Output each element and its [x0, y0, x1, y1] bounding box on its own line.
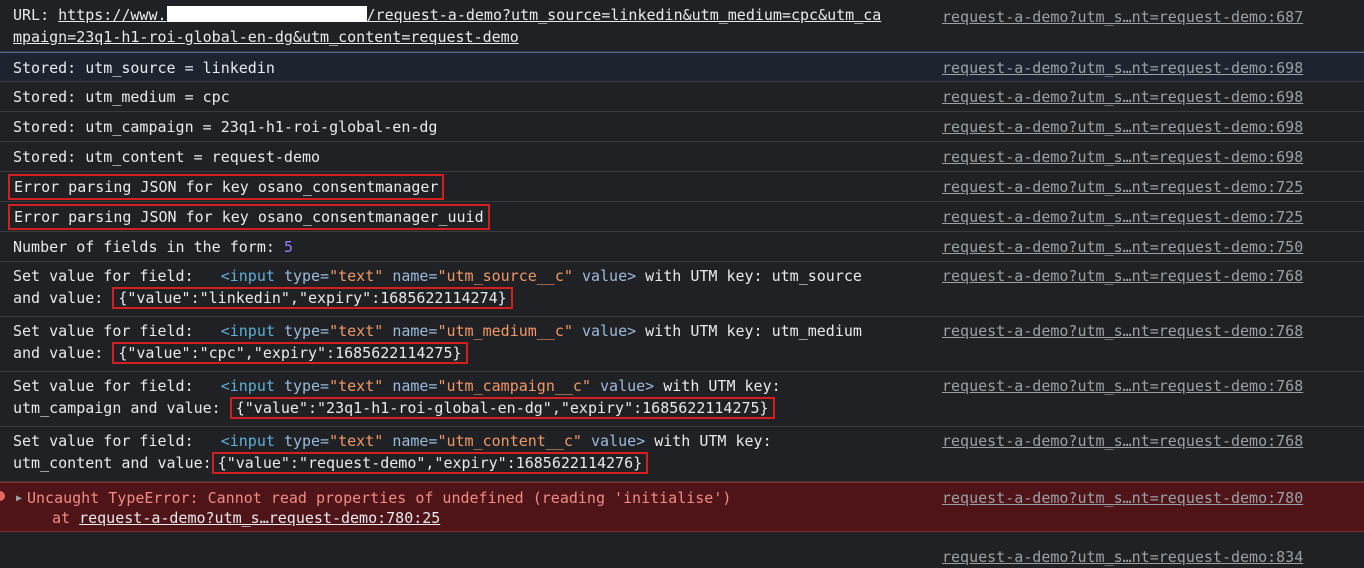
console-message-row: Error parsing JSON for key osano_consent…	[0, 202, 1364, 232]
expand-triangle-icon[interactable]: ▶	[16, 488, 22, 510]
url-link[interactable]: https://www./request-a-demo?utm_source=l…	[58, 6, 881, 24]
console-message-text: Number of fields in the form: 5	[13, 236, 293, 258]
source-link[interactable]: request-a-demo?utm_s…nt=request-demo:750	[942, 236, 1303, 258]
redaction-bar	[166, 6, 367, 22]
input-element-ref[interactable]: <input type="text" name="utm_medium__c" …	[221, 322, 636, 340]
console-message-text: Error parsing JSON for key osano_consent…	[8, 174, 445, 200]
console-message-field: Set value for field: <input type="text" …	[0, 427, 1364, 482]
json-value-highlight: {"value":"23q1-h1-roi-global-en-dg","exp…	[229, 397, 775, 419]
console-message-row: Error parsing JSON for key osano_consent…	[0, 172, 1364, 202]
console-message-field: Set value for field: <input type="text" …	[0, 317, 1364, 372]
devtools-console: URL: https://www./request-a-demo?utm_sou…	[0, 0, 1364, 566]
json-value-highlight: {"value":"cpc","expiry":1685622114275}	[112, 342, 468, 364]
source-link[interactable]: request-a-demo?utm_s…nt=request-demo:698	[942, 146, 1303, 168]
source-link[interactable]: request-a-demo?utm_s…nt=request-demo:687	[942, 6, 1303, 28]
field-prefix: Set value for field:	[13, 377, 194, 395]
console-message-text: Error parsing JSON for key osano_consent…	[8, 204, 490, 230]
console-message-row: Number of fields in the form: 5 request-…	[0, 232, 1364, 262]
source-link[interactable]: request-a-demo?utm_s…nt=request-demo:725	[942, 176, 1303, 198]
json-value-highlight: {"value":"request-demo","expiry":1685622…	[211, 452, 649, 474]
source-link[interactable]: request-a-demo?utm_s…nt=request-demo:834	[942, 546, 1303, 568]
url-link-continued[interactable]: mpaign=23q1-h1-roi-global-en-dg&utm_cont…	[13, 28, 519, 46]
input-element-ref[interactable]: <input type="text" name="utm_campaign__c…	[221, 377, 655, 395]
source-link[interactable]: request-a-demo?utm_s…nt=request-demo:698	[942, 116, 1303, 138]
console-message-row: Stored: utm_content = request-demo reque…	[0, 142, 1364, 172]
console-message-text: Stored: utm_source = linkedin	[13, 59, 275, 77]
source-link[interactable]: request-a-demo?utm_s…nt=request-demo:780	[942, 487, 1303, 509]
error-icon	[0, 491, 5, 501]
console-message-text: Stored: utm_medium = cpc	[13, 88, 230, 106]
source-link[interactable]: request-a-demo?utm_s…nt=request-demo:725	[942, 206, 1303, 228]
url-label: URL:	[13, 6, 50, 24]
error-stack-link[interactable]: request-a-demo?utm_s…request-demo:780:25	[79, 509, 440, 527]
console-message-row: request-a-demo?utm_s…nt=request-demo:834	[0, 532, 1364, 566]
console-message-url: URL: https://www./request-a-demo?utm_sou…	[0, 0, 1364, 52]
field-value-label: and value:	[13, 344, 113, 362]
input-element-ref[interactable]: <input type="text" name="utm_content__c"…	[221, 432, 645, 450]
console-message-text: Stored: utm_campaign = 23q1-h1-roi-globa…	[13, 118, 438, 136]
field-prefix: Set value for field:	[13, 432, 194, 450]
fields-count-label: Number of fields in the form:	[13, 238, 284, 256]
source-link[interactable]: request-a-demo?utm_s…nt=request-demo:698	[942, 86, 1303, 108]
source-link[interactable]: request-a-demo?utm_s…nt=request-demo:768	[942, 375, 1303, 397]
field-value-label: and value:	[13, 289, 113, 307]
field-value-label: utm_content and value:	[13, 454, 212, 472]
console-message-row: Stored: utm_source = linkedin request-a-…	[0, 52, 1364, 82]
field-prefix: Set value for field:	[13, 267, 194, 285]
source-link[interactable]: request-a-demo?utm_s…nt=request-demo:698	[942, 57, 1303, 79]
console-message-text: Stored: utm_content = request-demo	[13, 148, 321, 166]
input-element-ref[interactable]: <input type="text" name="utm_source__c" …	[221, 267, 636, 285]
source-link[interactable]: request-a-demo?utm_s…nt=request-demo:768	[942, 265, 1303, 287]
console-message-row: Stored: utm_medium = cpc request-a-demo?…	[0, 82, 1364, 112]
json-value-highlight: {"value":"linkedin","expiry":16856221142…	[112, 287, 513, 309]
console-message-field: Set value for field: <input type="text" …	[0, 372, 1364, 427]
source-link[interactable]: request-a-demo?utm_s…nt=request-demo:768	[942, 320, 1303, 342]
console-message-row: Stored: utm_campaign = 23q1-h1-roi-globa…	[0, 112, 1364, 142]
console-message-field: Set value for field: <input type="text" …	[0, 262, 1364, 317]
field-value-label: utm_campaign and value:	[13, 399, 230, 417]
error-message: Uncaught TypeError: Cannot read properti…	[27, 489, 732, 507]
field-prefix: Set value for field:	[13, 322, 194, 340]
error-at-label: at	[52, 509, 80, 527]
console-error-row: ▶ Uncaught TypeError: Cannot read proper…	[0, 482, 1364, 532]
url-line-1: URL: https://www./request-a-demo?utm_sou…	[13, 4, 881, 26]
source-link[interactable]: request-a-demo?utm_s…nt=request-demo:768	[942, 430, 1303, 452]
fields-count-value: 5	[283, 238, 293, 256]
